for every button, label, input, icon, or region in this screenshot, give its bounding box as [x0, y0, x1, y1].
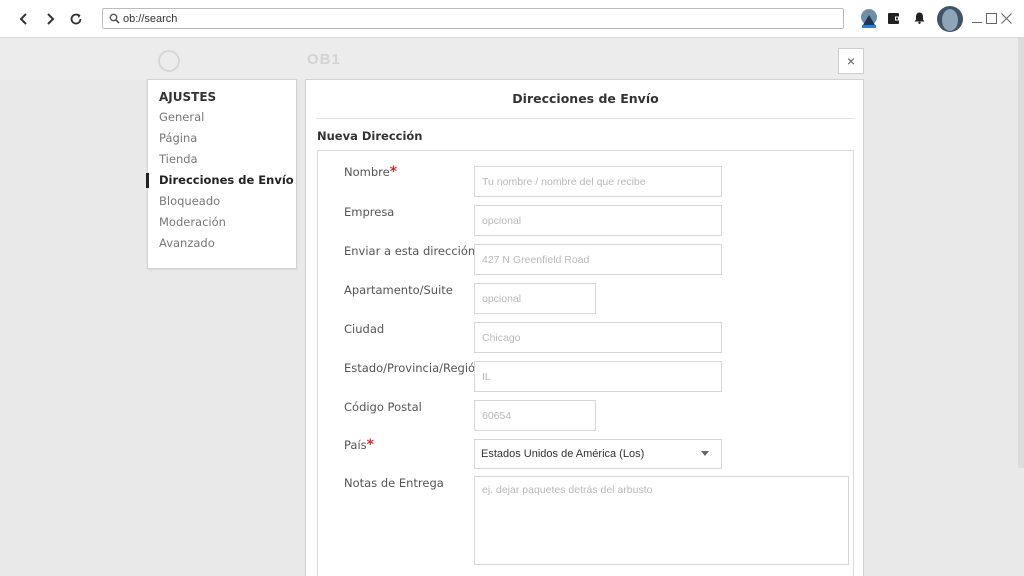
name-label: Nombre* — [344, 164, 398, 180]
maximize-icon — [985, 12, 997, 24]
postal-code-label: Código Postal — [344, 400, 422, 414]
sidebar-item-page[interactable]: Página — [148, 128, 296, 149]
wallet-icon — [887, 12, 901, 24]
delivery-notes-label: Notas de Entrega — [344, 476, 444, 490]
suite-field[interactable] — [474, 283, 596, 314]
new-address-form: Nombre* Empresa Enviar a esta dirección … — [317, 150, 854, 576]
sidebar-item-general[interactable]: General — [148, 107, 296, 128]
wallet-button[interactable] — [886, 8, 902, 28]
ghost-brand: OB1 — [307, 51, 341, 68]
page-scrollbar[interactable] — [1018, 38, 1024, 468]
name-field[interactable] — [474, 166, 722, 197]
sidebar-item-shipping-addresses[interactable]: Direcciones de Envío — [146, 170, 296, 191]
avatar[interactable] — [937, 6, 963, 32]
maximize-button[interactable] — [985, 8, 997, 28]
required-marker: * — [366, 437, 374, 453]
dropdown-caret-icon — [701, 451, 709, 456]
ob-logo-icon — [861, 9, 877, 28]
country-select[interactable]: Estados Unidos de América (Los) — [474, 439, 722, 469]
address-label: Enviar a esta dirección — [344, 244, 476, 258]
search-icon — [109, 13, 120, 24]
sidebar-heading: AJUSTES — [159, 90, 217, 104]
sidebar-item-blocked[interactable]: Bloqueado — [148, 191, 296, 212]
reload-icon — [70, 13, 82, 25]
ghost-logo-icon — [158, 50, 180, 72]
address-bar[interactable] — [102, 8, 844, 29]
suite-label: Apartamento/Suite — [344, 283, 453, 297]
city-label: Ciudad — [344, 322, 385, 336]
back-button[interactable] — [14, 9, 34, 29]
sidebar-item-label: Página — [159, 131, 198, 145]
title-divider — [316, 118, 855, 119]
state-label: Estado/Provincia/Región — [344, 361, 483, 375]
required-marker: * — [389, 164, 398, 180]
sidebar-item-moderation[interactable]: Moderación — [148, 212, 296, 233]
node-status-button[interactable] — [858, 6, 880, 30]
page-title: Direcciones de Envío — [512, 91, 659, 106]
sidebar-item-advanced[interactable]: Avanzado — [148, 233, 296, 254]
settings-sidebar: AJUSTES General Página Tienda Direccione… — [146, 79, 297, 269]
window-close-button[interactable] — [1000, 8, 1012, 28]
minimize-button[interactable] — [971, 8, 983, 28]
section-title: Nueva Dirección — [317, 129, 423, 143]
sidebar-item-label: Moderación — [159, 215, 226, 229]
background-header: OB1 — [0, 38, 1024, 80]
browser-toolbar — [0, 0, 1024, 38]
sidebar-item-store[interactable]: Tienda — [148, 149, 296, 170]
forward-button[interactable] — [40, 9, 60, 29]
close-icon — [1000, 12, 1012, 24]
sidebar-item-label: Tienda — [159, 152, 198, 166]
sidebar-item-label: Avanzado — [159, 236, 215, 250]
close-icon: × — [846, 53, 856, 69]
chevron-right-icon — [47, 13, 55, 25]
bell-icon — [914, 12, 924, 24]
sidebar-item-label: Bloqueado — [159, 194, 221, 208]
reload-button[interactable] — [66, 9, 86, 29]
chevron-left-icon — [19, 13, 27, 25]
country-selected-value: Estados Unidos de América (Los) — [481, 448, 645, 460]
city-field[interactable] — [474, 322, 722, 353]
company-field[interactable] — [474, 205, 722, 236]
address-input[interactable] — [123, 9, 823, 28]
shipping-addresses-panel: Direcciones de Envío Nueva Dirección Nom… — [305, 79, 864, 576]
delivery-notes-field[interactable] — [474, 476, 849, 565]
notifications-button[interactable] — [911, 8, 927, 28]
company-label: Empresa — [344, 205, 395, 219]
minimize-icon — [972, 22, 982, 23]
sidebar-item-label: General — [159, 110, 205, 124]
country-label: País* — [344, 437, 374, 453]
postal-code-field[interactable] — [474, 400, 596, 431]
address-field[interactable] — [474, 244, 722, 275]
state-field[interactable] — [474, 361, 722, 392]
modal-close-button[interactable]: × — [838, 48, 864, 74]
sidebar-item-label: Direcciones de Envío — [159, 173, 294, 187]
